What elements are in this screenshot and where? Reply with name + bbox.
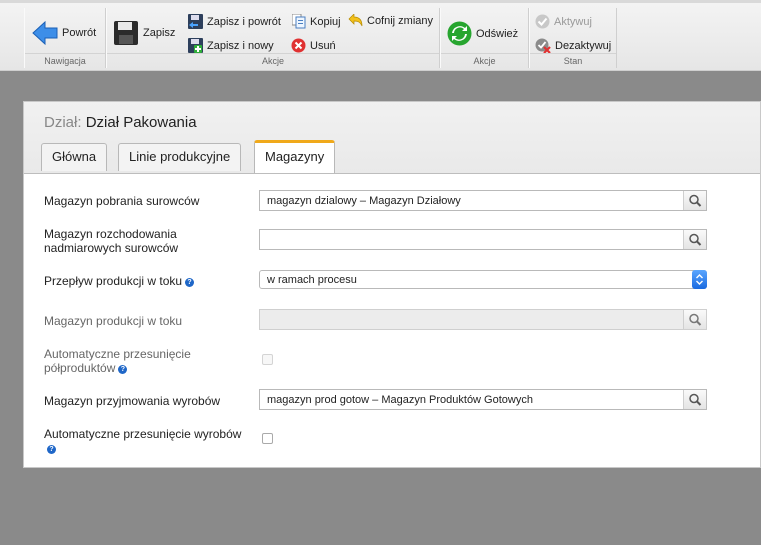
save-and-new-label: Zapisz i nowy bbox=[207, 39, 274, 52]
form-panel: Dział: Dział Pakowania Główna Linie prod… bbox=[23, 101, 761, 468]
finished-goods-warehouse-label: Magazyn przyjmowania wyrobów bbox=[44, 394, 221, 408]
ribbon-group-label: Akcje bbox=[441, 53, 528, 68]
deactivate-button[interactable]: Dezaktywuj bbox=[535, 38, 612, 54]
tab-production-lines[interactable]: Linie produkcyjne bbox=[118, 143, 242, 171]
deactivate-label: Dezaktywuj bbox=[555, 39, 612, 52]
page-title: Dział: Dział Pakowania bbox=[44, 114, 197, 131]
surplus-warehouse-search-button[interactable] bbox=[683, 230, 706, 249]
select-arrows-icon bbox=[692, 270, 707, 289]
raw-material-warehouse-search-button[interactable] bbox=[683, 191, 706, 210]
raw-material-warehouse-value: magazyn dzialowy – Magazyn Działowy bbox=[267, 195, 461, 207]
save-button[interactable]: Zapisz bbox=[113, 20, 175, 46]
finished-goods-warehouse-field[interactable]: magazyn prod gotow – Magazyn Produktów G… bbox=[259, 389, 707, 410]
surplus-warehouse-label-line1: Magazyn rozchodowania bbox=[44, 227, 177, 241]
floppy-disk-icon bbox=[113, 20, 139, 46]
save-and-back-icon bbox=[188, 14, 203, 29]
production-flow-value: w ramach procesu bbox=[267, 274, 357, 286]
ribbon-group-label: Stan bbox=[530, 53, 616, 68]
form-header: Dział: Dział Pakowania Główna Linie prod… bbox=[24, 102, 760, 174]
auto-move-semi-label-line2: półproduktów bbox=[44, 361, 116, 375]
finished-goods-warehouse-value: magazyn prod gotow – Magazyn Produktów G… bbox=[267, 394, 533, 406]
surplus-warehouse-label: Magazyn rozchodowania nadmiarowych surow… bbox=[44, 227, 178, 255]
search-icon bbox=[689, 233, 702, 246]
raw-material-warehouse-label: Magazyn pobrania surowców bbox=[44, 194, 200, 208]
auto-move-semi-label-line1: Automatyczne przesunięcie bbox=[44, 347, 191, 361]
back-button[interactable]: Powrót bbox=[32, 20, 96, 46]
auto-move-products-checkbox[interactable] bbox=[262, 433, 273, 444]
undo-icon bbox=[348, 13, 363, 28]
deactivate-icon bbox=[535, 38, 551, 54]
surplus-warehouse-label-line2: nadmiarowych surowców bbox=[44, 241, 179, 255]
raw-material-warehouse-field[interactable]: magazyn dzialowy – Magazyn Działowy bbox=[259, 190, 707, 211]
undo-changes-label: Cofnij zmiany bbox=[367, 15, 434, 27]
search-icon bbox=[689, 313, 702, 326]
save-and-new-icon bbox=[188, 38, 203, 53]
copy-button[interactable]: Kopiuj bbox=[291, 13, 341, 29]
wip-warehouse-field bbox=[259, 309, 707, 330]
search-icon bbox=[689, 194, 702, 207]
help-icon[interactable]: ? bbox=[47, 445, 56, 454]
tab-main[interactable]: Główna bbox=[41, 143, 108, 171]
page-title-text: Dział Pakowania bbox=[85, 114, 197, 131]
production-flow-select[interactable]: w ramach procesu bbox=[259, 270, 707, 289]
delete-label: Usuń bbox=[310, 39, 336, 52]
wip-warehouse-search-button bbox=[683, 310, 706, 329]
activate-button[interactable]: Aktywuj bbox=[535, 14, 592, 29]
search-icon bbox=[689, 393, 702, 406]
page-title-prefix: Dział: bbox=[44, 114, 82, 131]
tab-warehouses[interactable]: Magazyny bbox=[254, 140, 336, 173]
ribbon-group-label: Nawigacja bbox=[25, 53, 105, 68]
auto-move-semi-checkbox bbox=[262, 354, 273, 365]
copy-label: Kopiuj bbox=[310, 15, 341, 28]
finished-goods-warehouse-search-button[interactable] bbox=[683, 390, 706, 409]
save-button-label: Zapisz bbox=[143, 27, 176, 39]
arrow-left-icon bbox=[32, 20, 58, 46]
ribbon-group-label: Akcje bbox=[107, 53, 439, 68]
help-icon[interactable]: ? bbox=[118, 365, 128, 374]
wip-warehouse-label: Magazyn produkcji w toku bbox=[44, 314, 183, 328]
production-flow-label: Przepływ produkcji w toku? bbox=[44, 274, 195, 288]
refresh-icon bbox=[447, 21, 472, 46]
surplus-warehouse-field[interactable] bbox=[259, 229, 707, 250]
save-and-back-button[interactable]: Zapisz i powrót bbox=[188, 14, 281, 29]
delete-icon bbox=[291, 38, 306, 53]
refresh-label: Odśwież bbox=[476, 27, 519, 40]
auto-move-semi-label: Automatyczne przesunięcie półproduktów? bbox=[44, 347, 191, 375]
refresh-button[interactable]: Odśwież bbox=[447, 21, 518, 46]
delete-button[interactable]: Usuń bbox=[291, 38, 336, 53]
ribbon-top-border bbox=[0, 0, 761, 3]
auto-move-products-label: Automatyczne przesunięcie wyrobów ? bbox=[44, 427, 241, 455]
auto-move-products-label-text: Automatyczne przesunięcie wyrobów bbox=[44, 427, 242, 441]
help-icon[interactable]: ? bbox=[185, 278, 195, 287]
save-and-new-button[interactable]: Zapisz i nowy bbox=[188, 38, 274, 53]
save-and-back-label: Zapisz i powrót bbox=[207, 15, 281, 28]
production-flow-label-text: Przepływ produkcji w toku bbox=[44, 274, 183, 288]
back-button-label: Powrót bbox=[62, 27, 97, 39]
undo-changes-button[interactable]: Cofnij zmiany bbox=[348, 13, 434, 28]
copy-icon bbox=[291, 13, 306, 29]
activate-icon bbox=[535, 14, 550, 29]
activate-label: Aktywuj bbox=[554, 15, 592, 28]
